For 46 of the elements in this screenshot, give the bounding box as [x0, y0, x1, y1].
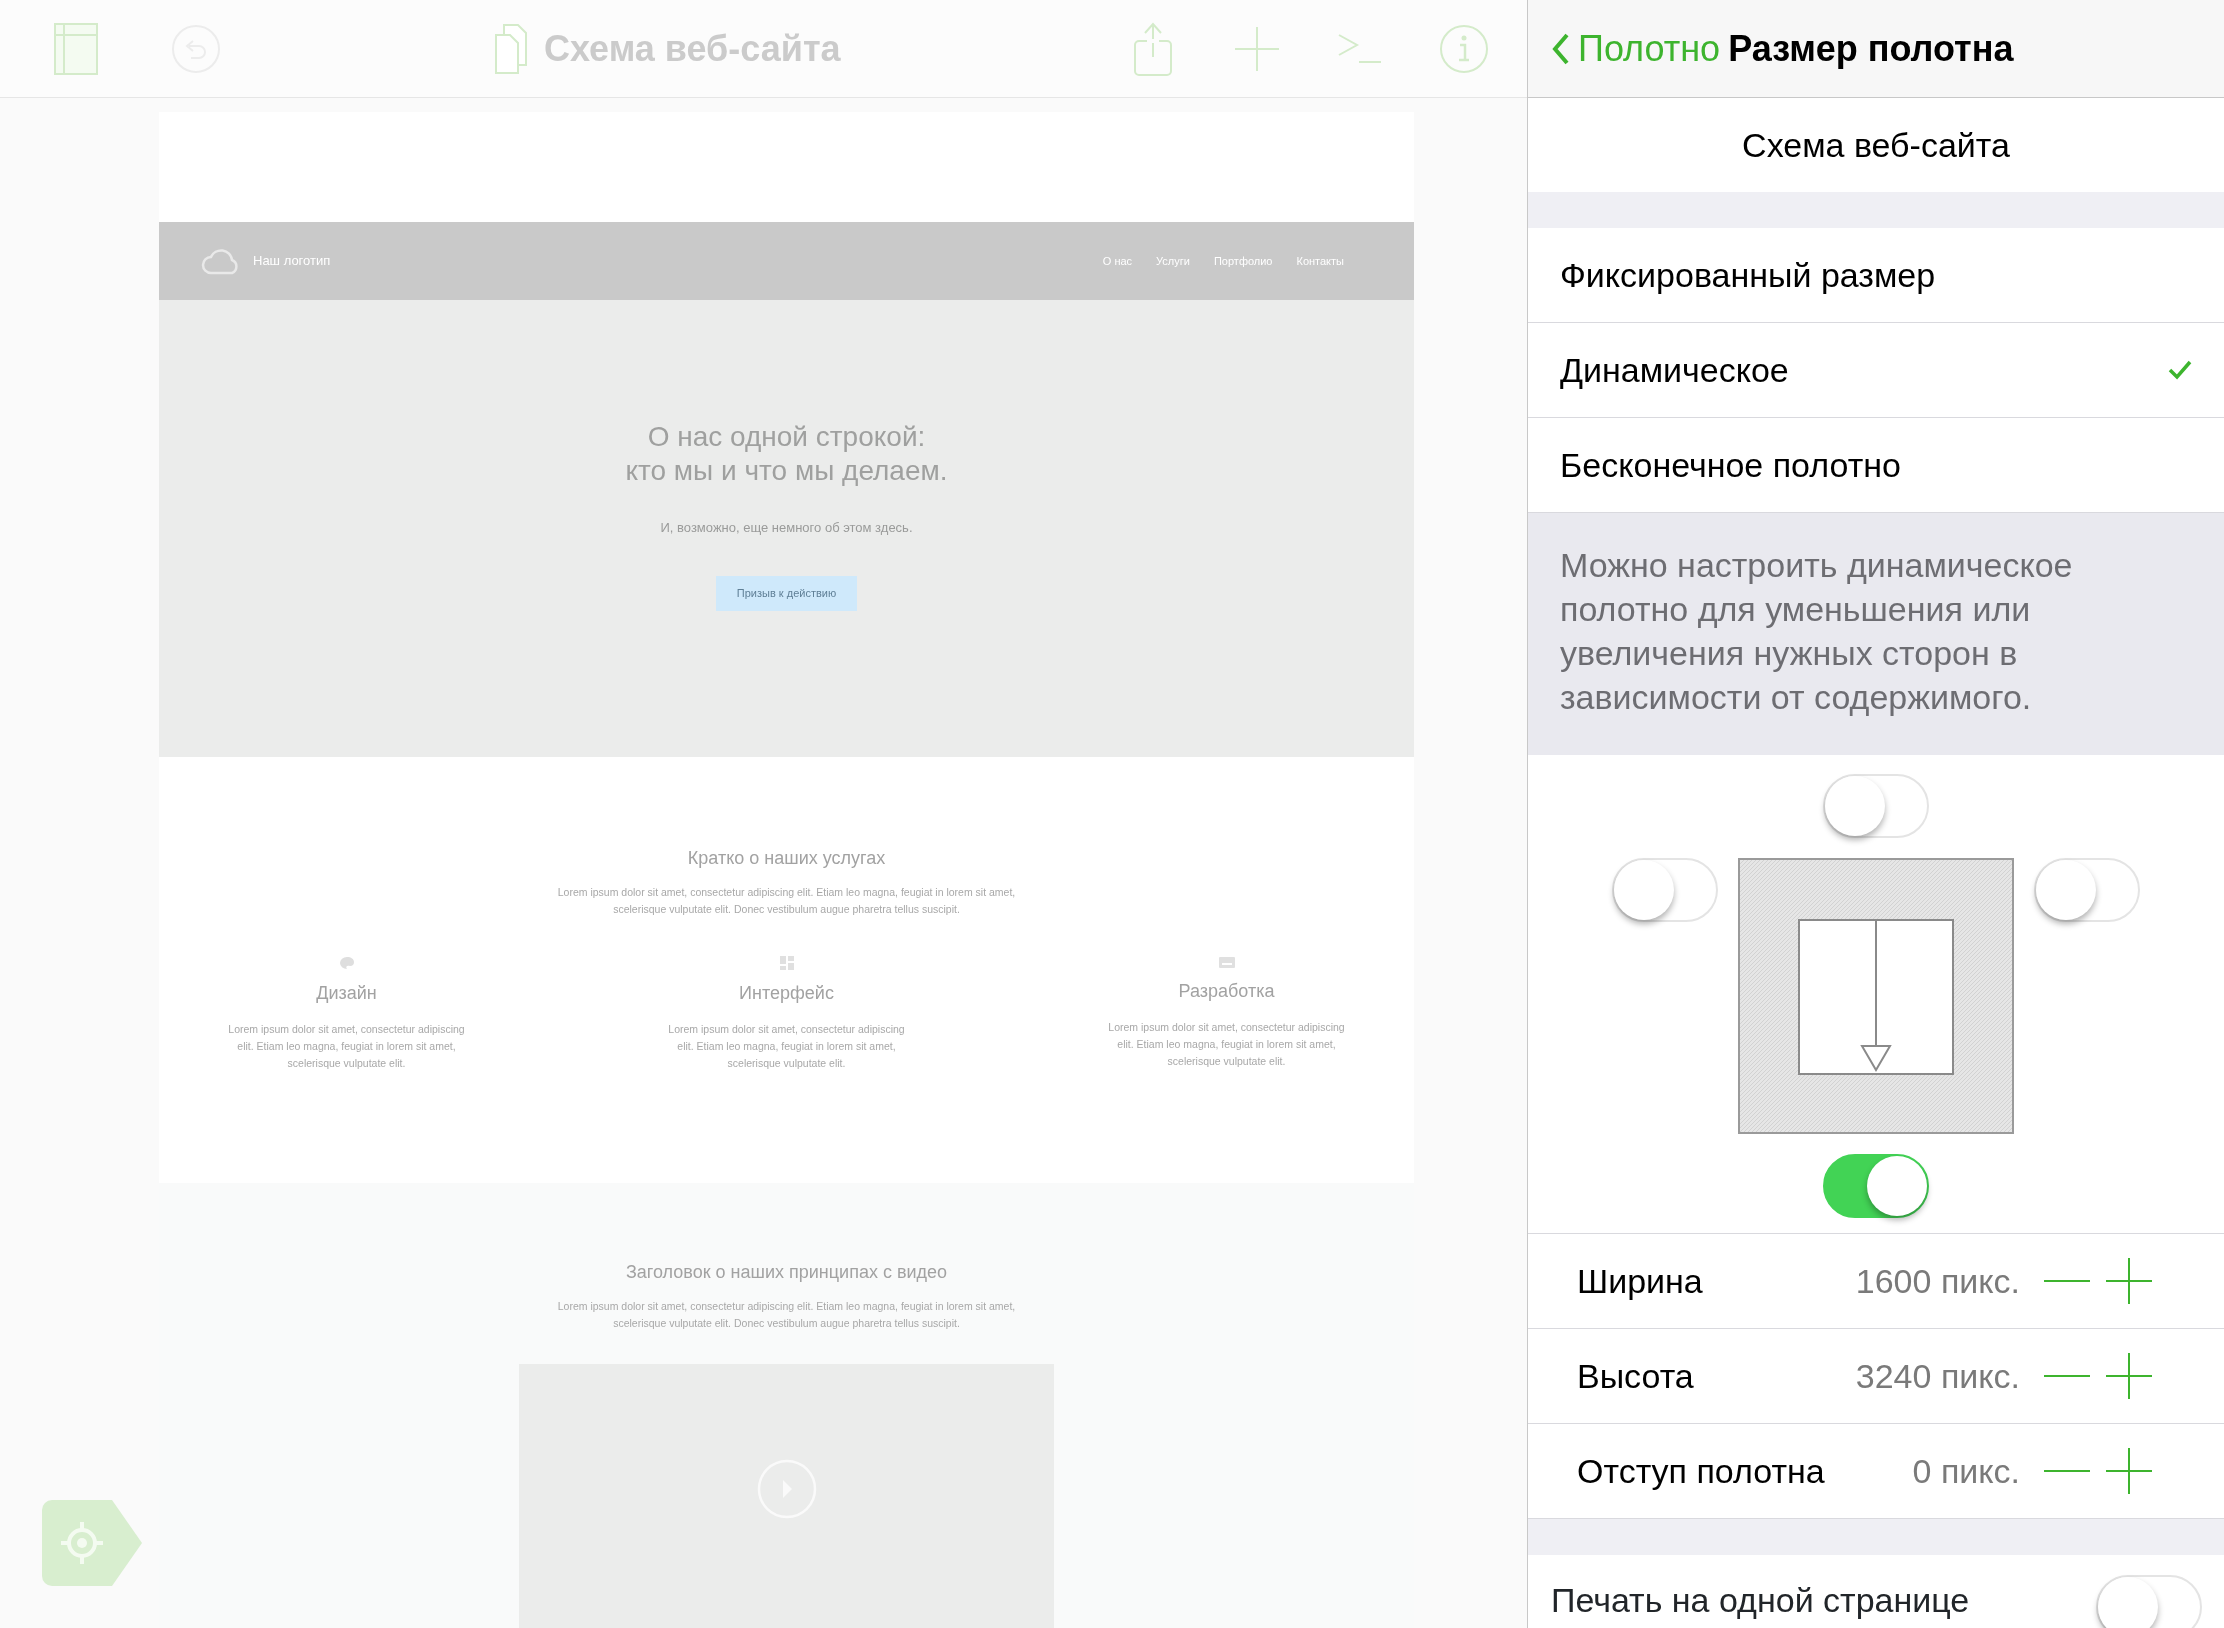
section-text: Lorem ipsum dolor sit amet, consectetur adipiscing elit. Etiam leo magna, feugiat in lorem sit amet, scelerisque vulputate elit. Donec vestibulum augue pharetra tellus suscipit.	[556, 885, 1017, 917]
field-value: 3240 пикс.	[1855, 1355, 2020, 1397]
field-label: Высота	[1577, 1355, 1695, 1397]
plus-icon	[2106, 1353, 2152, 1399]
toggle-switch[interactable]	[1823, 1154, 1929, 1218]
palette-icon	[338, 956, 355, 970]
panel-title: Размер полотна	[1728, 26, 2014, 71]
increase-button[interactable]	[2106, 1258, 2152, 1304]
plus-icon	[2106, 1258, 2152, 1304]
section-title: Заголовок о наших принципах с видео	[625, 1261, 948, 1284]
field-value: 0 пикс.	[1912, 1450, 2020, 1492]
call-to-action-button[interactable]: Призыв к действию	[716, 575, 857, 611]
minus-icon	[2044, 1469, 2090, 1473]
print-label: Печать на одной странице	[1551, 1580, 1970, 1621]
minus-icon	[2044, 1279, 2090, 1283]
hero-subtitle: И, возможно, еще немного об этом здесь.	[660, 519, 913, 537]
description-text: Можно настроить динамическое полотно для уменьшения или увеличения нужных сторон в зависимости от содержимого.	[1528, 513, 2224, 755]
field-label: Ширина	[1577, 1260, 1704, 1302]
target-icon[interactable]	[42, 1500, 142, 1586]
service-title: Интерфейс	[739, 982, 834, 1005]
service-text: Lorem ipsum dolor sit amet, consectetur adipiscing elit. Etiam leo magna, feugiat in lorem sit amet, scelerisque vulputate elit.	[227, 1022, 466, 1071]
cloud-icon	[201, 247, 241, 275]
hero-headline: О нас одной строкой: кто мы и что мы делаем.	[625, 420, 948, 488]
chevron-left-icon	[1552, 32, 1570, 65]
documents-icon[interactable]	[494, 22, 528, 75]
minus-icon	[2044, 1374, 2090, 1378]
service-title: Дизайн	[316, 982, 377, 1005]
keyboard-icon	[1218, 956, 1235, 968]
terminal-icon[interactable]	[1337, 32, 1383, 65]
field-label: Отступ полотна	[1577, 1450, 1826, 1492]
increase-button[interactable]	[2106, 1448, 2152, 1494]
plus-icon[interactable]	[1233, 24, 1281, 73]
increase-button[interactable]	[2106, 1353, 2152, 1399]
field-value: 1600 пикс.	[1855, 1260, 2020, 1302]
service-title: Разработка	[1178, 980, 1275, 1003]
dashboard-icon	[779, 956, 794, 970]
plus-icon	[2106, 1448, 2152, 1494]
back-button[interactable]: Полотно	[1552, 21, 1721, 76]
section-text: Lorem ipsum dolor sit amet, consectetur adipiscing elit. Etiam leo magna, feugiat in lorem sit amet, scelerisque vulputate elit. Donec vestibulum augue pharetra tellus suscipit.	[556, 1299, 1017, 1331]
info-icon[interactable]	[1439, 23, 1489, 74]
document-name: Схема веб-сайта	[1741, 124, 2011, 166]
section-title: Кратко о наших услугах	[687, 847, 886, 870]
service-text: Lorem ipsum dolor sit amet, consectetur adipiscing elit. Etiam leo magna, feugiat in lorem sit amet, scelerisque vulputate elit.	[1107, 1020, 1346, 1069]
sidebar-icon[interactable]	[54, 22, 98, 75]
share-icon[interactable]	[1133, 20, 1173, 77]
service-text: Lorem ipsum dolor sit amet, consectetur adipiscing elit. Etiam leo magna, feugiat in lorem sit amet, scelerisque vulputate elit.	[667, 1022, 906, 1071]
